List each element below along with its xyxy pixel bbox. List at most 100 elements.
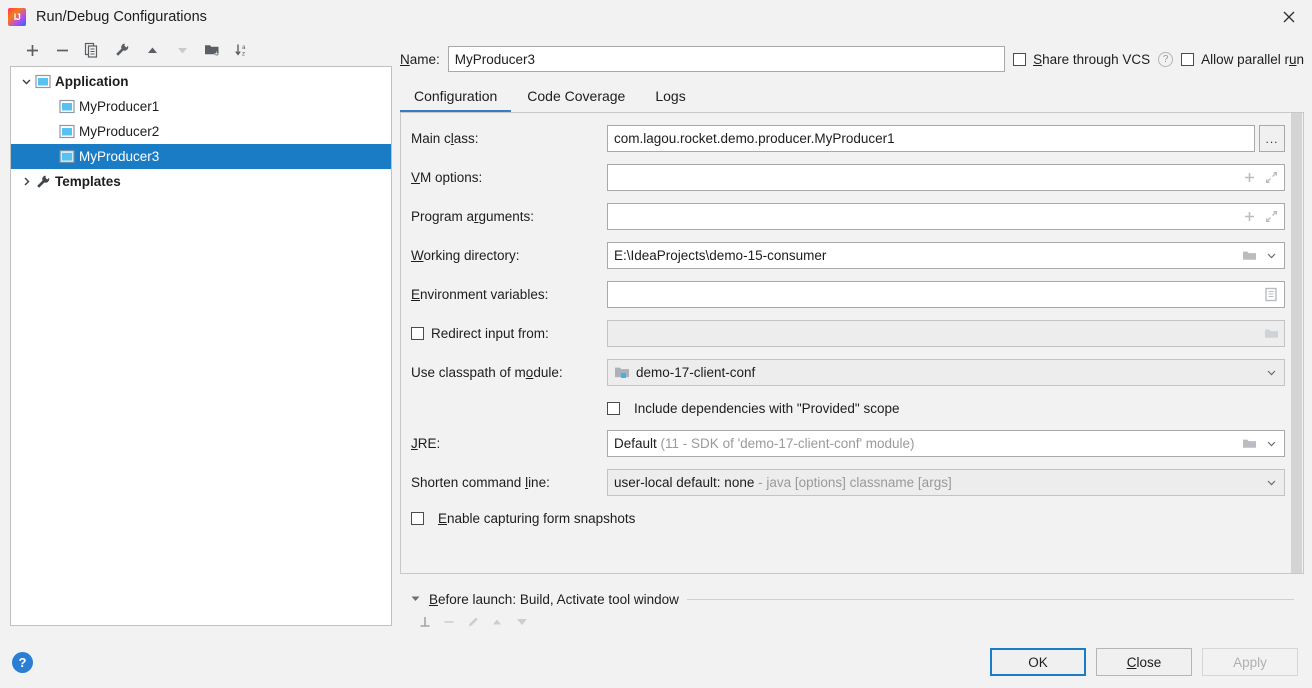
before-launch-toolbar [400, 610, 1304, 636]
chevron-down-icon[interactable] [1260, 471, 1282, 494]
task-move-down-button [514, 615, 530, 632]
wrench-icon[interactable] [108, 37, 136, 63]
close-button[interactable]: Close [1096, 648, 1192, 676]
arrow-down-icon [168, 37, 196, 63]
classpath-module-value: demo-17-client-conf [636, 365, 756, 380]
add-configuration-button[interactable] [18, 37, 46, 63]
chevron-down-icon[interactable] [1260, 361, 1282, 384]
tree-item-label: MyProducer2 [79, 124, 160, 139]
redirect-input-checkbox[interactable]: Redirect input from: [411, 326, 607, 341]
program-arguments-input[interactable] [607, 203, 1285, 230]
vm-options-input[interactable] [607, 164, 1285, 191]
jre-value-wrap: Default (11 - SDK of 'demo-17-client-con… [614, 436, 1238, 451]
shorten-command-line-combobox[interactable]: user-local default: none - java [options… [607, 469, 1285, 496]
ok-button[interactable]: OK [990, 648, 1086, 676]
working-directory-input[interactable]: E:\IdeaProjects\demo-15-consumer [607, 242, 1285, 269]
chevron-right-icon[interactable] [17, 173, 35, 191]
close-icon[interactable] [1266, 0, 1312, 34]
main-class-value: com.lagou.rocket.demo.producer.MyProduce… [614, 131, 895, 146]
folder-add-icon[interactable] [198, 37, 226, 63]
triangle-down-icon[interactable] [410, 592, 421, 607]
jre-label: JRE: [411, 436, 441, 451]
jre-row: JRE: Default (11 - SDK of 'demo-17-clien… [401, 430, 1303, 457]
configurations-pane: a z Application MyProducer1 MyProducer2 … [0, 34, 400, 636]
main-class-browse-button[interactable]: ... [1259, 125, 1285, 152]
before-launch-label: Before launch: Build, Activate tool wind… [429, 591, 679, 607]
arrow-up-icon[interactable] [138, 37, 166, 63]
chevron-down-icon[interactable] [1260, 432, 1282, 455]
redirect-input-row: Redirect input from: [401, 320, 1303, 347]
working-directory-value: E:\IdeaProjects\demo-15-consumer [614, 248, 827, 263]
expand-diagonal-icon[interactable] [1260, 166, 1282, 189]
allow-parallel-run-checkbox[interactable]: Allow parallel run [1181, 52, 1304, 67]
main-class-row: Main class: com.lagou.rocket.demo.produc… [401, 125, 1303, 152]
run-config-icon [59, 99, 76, 115]
name-row: Name: MyProducer3 Share through VCS ? Al… [400, 34, 1304, 78]
tree-item-myproducer3[interactable]: MyProducer3 [11, 144, 391, 169]
plus-icon[interactable] [1238, 166, 1260, 189]
question-mark-icon[interactable]: ? [1158, 51, 1174, 67]
shorten-command-line-label: Shorten command line: [411, 475, 550, 490]
main-class-input[interactable]: com.lagou.rocket.demo.producer.MyProduce… [607, 125, 1255, 152]
sort-az-icon[interactable]: a z [228, 37, 256, 63]
checkbox-box[interactable] [411, 327, 424, 340]
include-provided-checkbox[interactable]: Include dependencies with "Provided" sco… [607, 401, 900, 416]
allow-parallel-run-label: Allow parallel run [1201, 51, 1304, 67]
checkbox-box[interactable] [411, 511, 424, 525]
share-through-vcs-checkbox[interactable]: Share through VCS [1013, 52, 1150, 67]
remove-task-button [442, 615, 456, 632]
task-move-up-button [490, 615, 504, 632]
tree-item-application[interactable]: Application [11, 69, 391, 94]
checkbox-box[interactable] [1013, 52, 1027, 66]
checkbox-box[interactable] [1181, 52, 1195, 66]
before-launch-divider [686, 598, 1294, 600]
tab-configuration[interactable]: Configuration [400, 85, 512, 112]
expand-diagonal-icon[interactable] [1260, 205, 1282, 228]
run-config-icon [59, 149, 76, 165]
dialog-body: a z Application MyProducer1 MyProducer2 … [0, 34, 1312, 636]
environment-variables-input[interactable] [607, 281, 1285, 308]
jre-combobox[interactable]: Default (11 - SDK of 'demo-17-client-con… [607, 430, 1285, 457]
folder-icon[interactable] [1238, 244, 1260, 267]
form-scrollbar[interactable] [1290, 113, 1303, 573]
help-button[interactable]: ? [12, 651, 33, 673]
plus-icon[interactable] [1238, 205, 1260, 228]
environment-variables-label: Environment variables: [411, 287, 549, 302]
chevron-down-icon[interactable] [1260, 244, 1282, 267]
chevron-down-icon[interactable] [17, 73, 35, 91]
tree-item-myproducer1[interactable]: MyProducer1 [11, 94, 391, 119]
name-input-value: MyProducer3 [454, 51, 536, 67]
program-arguments-row: Program arguments: [401, 203, 1303, 230]
edit-task-button [466, 615, 480, 632]
checkbox-box[interactable] [607, 401, 620, 415]
dialog-footer: ? OK Close Apply [0, 636, 1312, 688]
dialog-buttons: OK Close Apply [990, 648, 1298, 676]
form-scrollbar-thumb[interactable] [1291, 113, 1302, 573]
name-input[interactable]: MyProducer3 [447, 46, 1006, 72]
configurations-tree[interactable]: Application MyProducer1 MyProducer2 MyPr… [10, 66, 392, 626]
tree-item-myproducer2[interactable]: MyProducer2 [11, 119, 391, 144]
add-task-button[interactable] [418, 615, 432, 632]
tab-logs[interactable]: Logs [641, 85, 699, 112]
tree-item-label: Application [55, 74, 129, 89]
folder-icon [1260, 322, 1282, 345]
classpath-module-combobox[interactable]: demo-17-client-conf [607, 359, 1285, 386]
enable-snapshots-label: Enable capturing form snapshots [438, 510, 636, 526]
tree-item-label: Templates [55, 174, 121, 189]
list-browse-icon[interactable] [1260, 283, 1282, 306]
shorten-command-line-hint: - java [options] classname [args] [758, 475, 952, 490]
tree-item-label: MyProducer3 [79, 149, 160, 164]
svg-text:z: z [242, 51, 245, 58]
name-label: Name: [400, 51, 440, 67]
tab-code-coverage[interactable]: Code Coverage [513, 85, 639, 112]
copy-configuration-button[interactable] [78, 37, 106, 63]
before-launch-section: Before launch: Build, Activate tool wind… [400, 574, 1304, 610]
classpath-module-label: Use classpath of module: [411, 365, 563, 380]
classpath-module-row: Use classpath of module: demo-17-client-… [401, 359, 1303, 386]
shorten-command-line-row: Shorten command line: user-local default… [401, 469, 1303, 496]
tree-item-templates[interactable]: Templates [11, 169, 391, 194]
remove-configuration-button[interactable] [48, 37, 76, 63]
enable-snapshots-checkbox[interactable]: Enable capturing form snapshots [411, 511, 635, 526]
folder-icon[interactable] [1238, 432, 1260, 455]
jre-value: Default [614, 436, 657, 451]
